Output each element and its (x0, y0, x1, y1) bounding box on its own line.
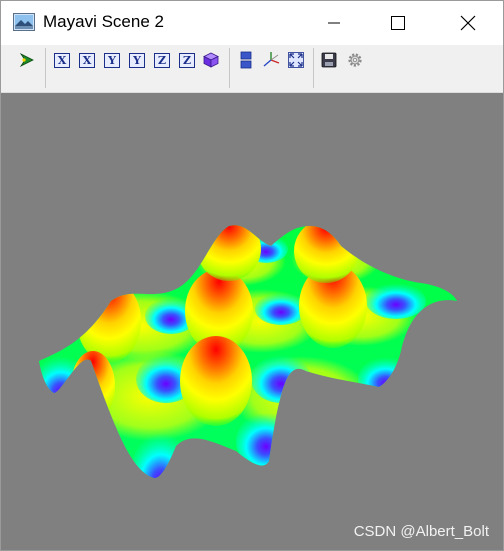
parallel-projection-icon (240, 51, 252, 69)
scene-toolbar: X X Y Y Z Z (1, 45, 503, 93)
close-icon (460, 15, 476, 31)
show-axes-icon (263, 52, 280, 67)
close-button[interactable] (445, 1, 491, 45)
parallel-projection-button[interactable] (236, 50, 256, 70)
settings-button[interactable] (345, 50, 365, 70)
title-bar: Mayavi Scene 2 (1, 1, 503, 45)
view-z-plus-button[interactable]: Z (152, 50, 172, 70)
view-x-plus-icon: X (54, 52, 70, 68)
view-y-plus-button[interactable]: Y (102, 50, 122, 70)
watermark-text: CSDN @Albert_Bolt (353, 523, 489, 540)
mayavi-window: Mayavi Scene 2 X X Y Y Z Z CSDN @Albert_… (0, 0, 504, 551)
wave-surface (39, 225, 457, 479)
view-z-minus-button[interactable]: Z (177, 50, 197, 70)
view-x-minus-icon: X (79, 52, 95, 68)
save-icon (321, 52, 337, 68)
isometric-view-button[interactable] (201, 50, 221, 70)
pipeline-button[interactable] (17, 50, 37, 70)
view-z-plus-icon: Z (154, 52, 170, 68)
view-x-plus-button[interactable]: X (52, 50, 72, 70)
mayavi-app-icon (13, 13, 35, 31)
full-screen-button[interactable] (286, 50, 306, 70)
toolbar-separator (313, 48, 314, 88)
settings-gear-icon (348, 53, 362, 67)
save-button[interactable] (319, 50, 339, 70)
view-z-minus-icon: Z (179, 52, 195, 68)
minimize-icon (328, 22, 340, 24)
show-axes-button[interactable] (261, 50, 281, 70)
view-y-minus-button[interactable]: Y (127, 50, 147, 70)
full-screen-icon (288, 52, 304, 68)
view-y-plus-icon: Y (104, 52, 120, 68)
toolbar-separator (45, 48, 46, 88)
window-title: Mayavi Scene 2 (43, 12, 164, 31)
maximize-icon (391, 16, 405, 30)
toolbar-separator (229, 48, 230, 88)
render-viewport[interactable]: CSDN @Albert_Bolt (1, 93, 503, 550)
surface-plot (39, 225, 457, 479)
mayavi-pipeline-icon (19, 52, 34, 68)
maximize-button[interactable] (375, 1, 421, 45)
view-x-minus-button[interactable]: X (77, 50, 97, 70)
minimize-button[interactable] (311, 1, 357, 45)
view-y-minus-icon: Y (129, 52, 145, 68)
isometric-view-icon (203, 52, 219, 68)
